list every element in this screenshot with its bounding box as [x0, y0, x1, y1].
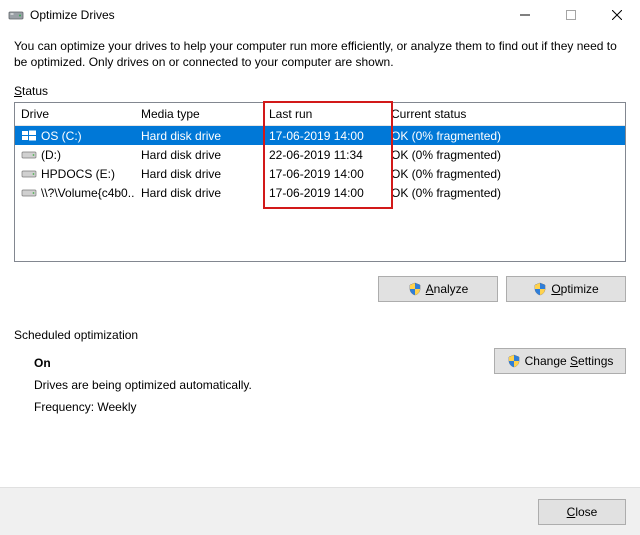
sched-freq: Frequency: Weekly: [34, 400, 252, 414]
sched-desc: Drives are being optimized automatically…: [34, 378, 252, 392]
table-row[interactable]: OS (C:)Hard disk drive17-06-2019 14:00OK…: [15, 126, 625, 145]
maximize-button: [548, 0, 594, 30]
window-title: Optimize Drives: [30, 8, 115, 22]
action-buttons: Analyze Optimize: [14, 276, 626, 302]
drives-listbox[interactable]: Drive Media type Last run Current status…: [14, 102, 626, 262]
analyze-button[interactable]: Analyze: [378, 276, 498, 302]
content-area: You can optimize your drives to help you…: [0, 30, 640, 414]
change-settings-button[interactable]: Change Settings: [494, 348, 626, 374]
window-controls: [502, 0, 640, 30]
app-icon: [8, 7, 24, 23]
sched-state: On: [34, 356, 252, 370]
bottom-bar: Close: [0, 487, 640, 535]
cell-media: Hard disk drive: [135, 129, 263, 143]
cell-status: OK (0% fragmented): [385, 186, 625, 200]
cell-drive: \\?\Volume{c4b0...: [15, 186, 135, 200]
cell-status: OK (0% fragmented): [385, 148, 625, 162]
shield-icon: [507, 354, 521, 368]
col-media[interactable]: Media type: [135, 107, 263, 121]
cell-status: OK (0% fragmented): [385, 167, 625, 181]
cell-drive: OS (C:): [15, 129, 135, 143]
cell-last-run: 17-06-2019 14:00: [263, 129, 385, 143]
shield-icon: [533, 282, 547, 296]
table-row[interactable]: \\?\Volume{c4b0...Hard disk drive17-06-2…: [15, 183, 625, 202]
col-last[interactable]: Last run: [263, 107, 385, 121]
cell-media: Hard disk drive: [135, 148, 263, 162]
drive-icon: [21, 168, 37, 180]
drive-icon: [21, 149, 37, 161]
table-row[interactable]: HPDOCS (E:)Hard disk drive17-06-2019 14:…: [15, 164, 625, 183]
col-status[interactable]: Current status: [385, 107, 625, 121]
cell-last-run: 22-06-2019 11:34: [263, 148, 385, 162]
cell-last-run: 17-06-2019 14:00: [263, 186, 385, 200]
drive-icon: [21, 187, 37, 199]
cell-media: Hard disk drive: [135, 167, 263, 181]
cell-media: Hard disk drive: [135, 186, 263, 200]
cell-last-run: 17-06-2019 14:00: [263, 167, 385, 181]
close-dialog-button[interactable]: Close: [538, 499, 626, 525]
cell-status: OK (0% fragmented): [385, 129, 625, 143]
cell-drive: (D:): [15, 148, 135, 162]
title-bar: Optimize Drives: [0, 0, 640, 30]
sched-title: Scheduled optimization: [14, 328, 138, 342]
minimize-button[interactable]: [502, 0, 548, 30]
cell-drive: HPDOCS (E:): [15, 167, 135, 181]
optimize-button[interactable]: Optimize: [506, 276, 626, 302]
windows-icon: [21, 130, 37, 142]
list-header: Drive Media type Last run Current status: [15, 103, 625, 126]
scheduled-optimization: Scheduled optimization On Drives are bei…: [14, 328, 626, 414]
table-row[interactable]: (D:)Hard disk drive22-06-2019 11:34OK (0…: [15, 145, 625, 164]
close-button[interactable]: [594, 0, 640, 30]
status-label: Status: [14, 84, 626, 98]
intro-text: You can optimize your drives to help you…: [14, 38, 626, 70]
list-body: OS (C:)Hard disk drive17-06-2019 14:00OK…: [15, 126, 625, 202]
shield-icon: [408, 282, 422, 296]
col-drive[interactable]: Drive: [15, 107, 135, 121]
